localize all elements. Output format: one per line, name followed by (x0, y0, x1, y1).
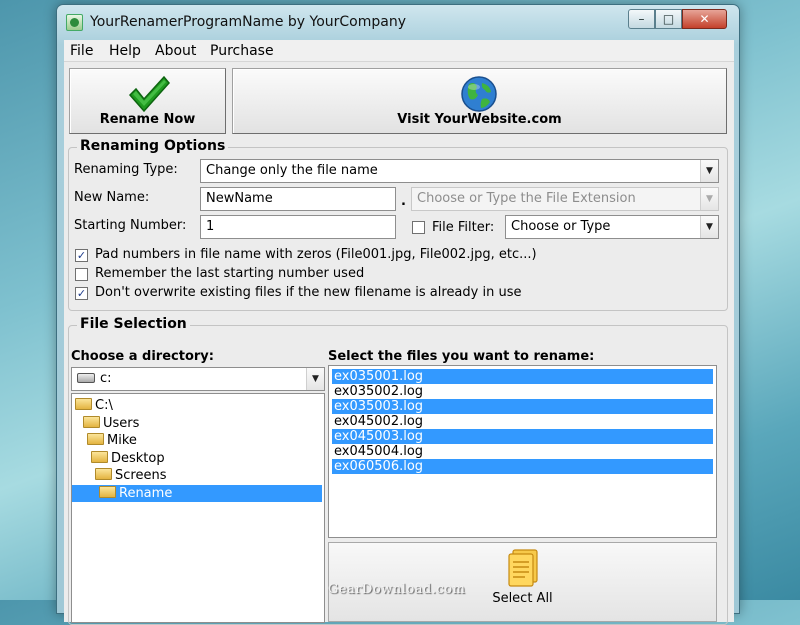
watermark-text: GearDownload.com (328, 582, 466, 597)
tree-item-label: Mike (107, 433, 137, 448)
menu-purchase[interactable]: Purchase (210, 43, 274, 59)
folder-icon (91, 451, 108, 463)
renaming-type-label: Renaming Type: (74, 162, 178, 177)
visit-website-button[interactable]: Visit YourWebsite.com (232, 68, 727, 134)
renaming-type-value: Change only the file name (206, 163, 378, 178)
tree-item-label: Desktop (111, 451, 165, 466)
rename-now-label: Rename Now (99, 112, 196, 127)
close-button[interactable]: ✕ (682, 9, 727, 29)
directory-tree[interactable]: C:\ Users Mike Desktop Screens Rename (71, 393, 325, 623)
title-bar[interactable]: YourRenamerProgramName by YourCompany – … (57, 5, 739, 39)
renaming-options-group: Renaming Options Renaming Type: Change o… (68, 138, 728, 311)
visit-website-label: Visit YourWebsite.com (397, 112, 562, 127)
folder-icon (83, 416, 100, 428)
list-item[interactable]: ex060506.log (332, 459, 713, 474)
file-filter-label: File Filter: (432, 220, 495, 235)
dropdown-arrow-icon[interactable]: ▼ (700, 188, 718, 210)
app-icon (66, 14, 83, 31)
drive-icon (77, 373, 95, 383)
dropdown-arrow-icon[interactable]: ▼ (306, 368, 324, 390)
choose-directory-label: Choose a directory: (71, 349, 214, 364)
new-name-input[interactable]: NewName (200, 187, 396, 211)
menu-help[interactable]: Help (109, 43, 141, 59)
dropdown-arrow-icon[interactable]: ▼ (700, 216, 718, 238)
renaming-type-select[interactable]: Change only the file name ▼ (200, 159, 719, 183)
tree-item-screens[interactable]: Screens (95, 467, 170, 484)
document-stack-icon (508, 549, 538, 587)
menu-file[interactable]: File (70, 43, 93, 59)
new-name-label: New Name: (74, 190, 150, 205)
folder-icon (99, 486, 116, 498)
globe-icon (461, 76, 497, 112)
menu-bar: File Help About Purchase (64, 40, 734, 62)
tree-item-label: C:\ (95, 398, 113, 413)
file-selection-title: File Selection (77, 316, 190, 332)
extension-separator: . (401, 194, 406, 209)
tree-item-c[interactable]: C:\ (75, 397, 117, 414)
app-window: YourRenamerProgramName by YourCompany – … (56, 4, 740, 625)
dropdown-arrow-icon[interactable]: ▼ (700, 160, 718, 182)
list-item[interactable]: ex035002.log (332, 384, 713, 399)
file-list[interactable]: ex035001.log ex035002.log ex035003.log e… (328, 365, 717, 538)
list-item[interactable]: ex035001.log (332, 369, 713, 384)
tree-item-users[interactable]: Users (83, 415, 143, 432)
file-filter-checkbox[interactable] (412, 221, 425, 234)
select-files-label: Select the files you want to rename: (328, 349, 595, 364)
checkmark-icon (128, 75, 170, 113)
file-filter-select[interactable]: Choose or Type ▼ (505, 215, 719, 239)
pad-zeros-label: Pad numbers in file name with zeros (Fil… (95, 247, 537, 262)
list-item[interactable]: ex045002.log (332, 414, 713, 429)
file-selection-group: File Selection Choose a directory: c: ▼ … (68, 316, 728, 625)
file-extension-placeholder: Choose or Type the File Extension (417, 191, 636, 206)
tree-item-label: Users (103, 416, 140, 431)
starting-number-input[interactable]: 1 (200, 215, 396, 239)
tree-item-label: Rename (119, 486, 173, 501)
file-filter-value: Choose or Type (511, 219, 611, 234)
list-item[interactable]: ex035003.log (332, 399, 713, 414)
new-name-value: NewName (206, 191, 273, 206)
tree-item-desktop[interactable]: Desktop (91, 450, 169, 467)
no-overwrite-label: Don't overwrite existing files if the ne… (95, 285, 522, 300)
starting-number-label: Starting Number: (74, 218, 187, 233)
no-overwrite-checkbox[interactable]: ✓ (75, 287, 88, 300)
renaming-options-title: Renaming Options (77, 138, 229, 154)
list-item[interactable]: ex045003.log (332, 429, 713, 444)
window-title: YourRenamerProgramName by YourCompany (90, 14, 406, 30)
menu-about[interactable]: About (155, 43, 196, 59)
file-extension-select[interactable]: Choose or Type the File Extension ▼ (411, 187, 719, 211)
client-area: Rename Now Visit YourWebsite.com Renamin… (64, 62, 734, 625)
remember-number-label: Remember the last starting number used (95, 266, 365, 281)
folder-icon (87, 433, 104, 445)
maximize-button[interactable]: □ (655, 9, 682, 29)
tree-item-mike[interactable]: Mike (87, 432, 141, 449)
minimize-button[interactable]: – (628, 9, 655, 29)
drive-select[interactable]: c: ▼ (71, 367, 325, 391)
rename-now-button[interactable]: Rename Now (69, 68, 226, 134)
folder-icon (95, 468, 112, 480)
pad-zeros-checkbox[interactable]: ✓ (75, 249, 88, 262)
folder-icon (75, 398, 92, 410)
drive-value: c: (100, 371, 112, 386)
starting-number-value: 1 (206, 219, 215, 234)
list-item[interactable]: ex045004.log (332, 444, 713, 459)
remember-number-checkbox[interactable] (75, 268, 88, 281)
tree-item-rename[interactable]: Rename (72, 485, 322, 502)
tree-item-label: Screens (115, 468, 167, 483)
